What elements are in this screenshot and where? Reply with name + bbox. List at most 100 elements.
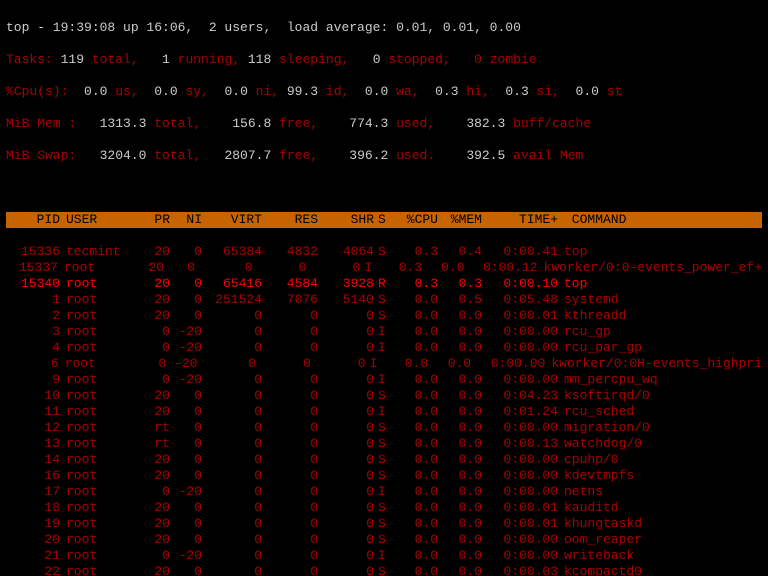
cell-time: 0:00.00 <box>482 324 558 340</box>
cell-cpu: 0.0 <box>394 452 438 468</box>
cell-cpu: 0.0 <box>394 308 438 324</box>
col-mem[interactable]: %MEM <box>438 212 482 228</box>
col-res[interactable]: RES <box>262 212 318 228</box>
process-row[interactable]: 20root200000S0.00.00:00.00oom_reaper <box>6 532 762 548</box>
cell-pr: 20 <box>136 276 170 292</box>
cell-s: I <box>374 404 394 420</box>
cell-res: 0 <box>262 548 318 564</box>
cell-ni: 0 <box>170 292 202 308</box>
cell-res: 0 <box>262 452 318 468</box>
process-row[interactable]: 4root0-20000I0.00.00:00.00rcu_par_gp <box>6 340 762 356</box>
cell-pr: 20 <box>136 452 170 468</box>
cell-cmd: rcu_par_gp <box>558 340 762 356</box>
col-time[interactable]: TIME+ <box>482 212 558 228</box>
cell-shr: 0 <box>318 388 374 404</box>
process-row[interactable]: 1root20025152470765140S0.00.50:05.48syst… <box>6 292 762 308</box>
cell-res: 0 <box>262 484 318 500</box>
cell-cpu: 0.0 <box>394 388 438 404</box>
cell-virt: 0 <box>198 356 257 372</box>
col-cmd[interactable]: COMMAND <box>558 212 762 228</box>
col-s[interactable]: S <box>374 212 394 228</box>
cell-pr: 0 <box>133 356 166 372</box>
cell-pr: 20 <box>136 500 170 516</box>
cell-pr: 0 <box>136 372 170 388</box>
process-row[interactable]: 12rootrt0000S0.00.00:00.00migration/0 <box>6 420 762 436</box>
cell-pid: 18 <box>6 500 60 516</box>
process-row[interactable]: 19root200000S0.00.00:00.01khungtaskd <box>6 516 762 532</box>
summary-line-4: MiB Mem : 1313.3 total, 156.8 free, 774.… <box>6 116 762 132</box>
cell-mem: 0.0 <box>438 548 482 564</box>
cell-mem: 0.0 <box>438 340 482 356</box>
col-pid[interactable]: PID <box>6 212 60 228</box>
process-row[interactable]: 10root200000S0.00.00:04.23ksoftirqd/0 <box>6 388 762 404</box>
cell-mem: 0.5 <box>438 292 482 308</box>
col-virt[interactable]: VIRT <box>202 212 262 228</box>
process-row[interactable]: 22root200000S0.00.00:00.03kcompactd0 <box>6 564 762 576</box>
cell-pr: rt <box>136 436 170 452</box>
process-table-body[interactable]: 15336tecmint2006538448324064S0.30.40:00.… <box>6 244 762 576</box>
process-row[interactable]: 14root200000S0.00.00:00.00cpuhp/0 <box>6 452 762 468</box>
process-row[interactable]: 11root200000I0.00.00:01.24rcu_sched <box>6 404 762 420</box>
cell-res: 0 <box>262 420 318 436</box>
cell-s: S <box>374 388 394 404</box>
cell-virt: 0 <box>202 388 262 404</box>
process-row[interactable]: 2root200000S0.00.00:00.01kthreadd <box>6 308 762 324</box>
cell-shr: 0 <box>311 356 366 372</box>
process-row[interactable]: 21root0-20000I0.00.00:00.00writeback <box>6 548 762 564</box>
cell-res: 0 <box>262 372 318 388</box>
col-ni[interactable]: NI <box>170 212 202 228</box>
cell-cpu: 0.0 <box>394 516 438 532</box>
col-pr[interactable]: PR <box>136 212 170 228</box>
process-row[interactable]: 15337root200000I0.30.00:00.12kworker/0:0… <box>6 260 762 276</box>
cell-pid: 6 <box>6 356 59 372</box>
col-cpu[interactable]: %CPU <box>394 212 438 228</box>
cell-pr: 20 <box>136 244 170 260</box>
cell-time: 0:04.23 <box>482 388 558 404</box>
cell-cpu: 0.0 <box>394 548 438 564</box>
process-row[interactable]: 18root200000S0.00.00:00.01kauditd <box>6 500 762 516</box>
cell-res: 0 <box>253 260 307 276</box>
process-row[interactable]: 15340root2006541645843928R0.30.30:00.10t… <box>6 276 762 292</box>
cell-pr: 20 <box>136 308 170 324</box>
cell-virt: 0 <box>202 308 262 324</box>
process-row[interactable]: 6root0-20000I0.00.00:00.00kworker/0:0H-e… <box>6 356 762 372</box>
cell-pr: 0 <box>136 340 170 356</box>
process-row[interactable]: 3root0-20000I0.00.00:00.00rcu_gp <box>6 324 762 340</box>
cell-pr: rt <box>136 420 170 436</box>
cell-s: S <box>374 516 394 532</box>
cell-res: 0 <box>262 436 318 452</box>
cell-time: 0:00.03 <box>482 564 558 576</box>
cell-virt: 65384 <box>202 244 262 260</box>
cell-user: root <box>60 388 136 404</box>
cell-cpu: 0.0 <box>394 564 438 576</box>
process-row[interactable]: 17root0-20000I0.00.00:00.00netns <box>6 484 762 500</box>
cell-cmd: cpuhp/0 <box>558 452 762 468</box>
cell-pid: 19 <box>6 516 60 532</box>
cell-cpu: 0.0 <box>394 324 438 340</box>
terminal-top[interactable]: top - 19:39:08 up 16:06, 2 users, load a… <box>0 0 768 576</box>
cell-user: root <box>60 500 136 516</box>
process-row[interactable]: 13rootrt0000S0.00.00:00.13watchdog/0 <box>6 436 762 452</box>
col-user[interactable]: USER <box>60 212 136 228</box>
cell-mem: 0.0 <box>422 260 464 276</box>
cell-shr: 0 <box>318 404 374 420</box>
col-shr[interactable]: SHR <box>318 212 374 228</box>
cell-time: 0:00.00 <box>482 452 558 468</box>
cell-ni: 0 <box>170 516 202 532</box>
cell-cmd: rcu_sched <box>558 404 762 420</box>
cell-ni: 0 <box>170 276 202 292</box>
cell-time: 0:00.00 <box>482 484 558 500</box>
process-row[interactable]: 15336tecmint2006538448324064S0.30.40:00.… <box>6 244 762 260</box>
process-row[interactable]: 16root200000S0.00.00:00.00kdevtmpfs <box>6 468 762 484</box>
cell-ni: -20 <box>170 484 202 500</box>
cell-ni: -20 <box>170 548 202 564</box>
summary-line-2: Tasks: 119 total, 1 running, 118 sleepin… <box>6 52 762 68</box>
cell-shr: 0 <box>318 308 374 324</box>
cell-time: 0:00.01 <box>482 308 558 324</box>
process-table-header[interactable]: PID USER PR NI VIRT RES SHR S %CPU %MEM … <box>6 212 762 228</box>
cell-res: 0 <box>262 516 318 532</box>
cell-virt: 0 <box>202 340 262 356</box>
cell-virt: 0 <box>202 452 262 468</box>
cell-shr: 0 <box>318 420 374 436</box>
process-row[interactable]: 9root0-20000I0.00.00:00.00mm_percpu_wq <box>6 372 762 388</box>
